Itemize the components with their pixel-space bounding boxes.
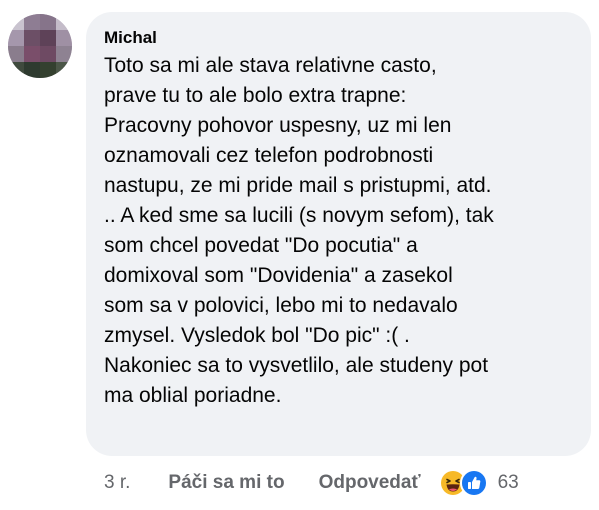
comment-text-line: nastupu, ze mi pride mail s pristupmi, a… (104, 174, 492, 197)
comment-text-line: domixoval som "Dovidenia" a zasekol (104, 264, 453, 287)
avatar-pixelated-image (8, 14, 72, 78)
comment-bubble: Michal Toto sa mi ale stava relativne ca… (86, 12, 591, 456)
like-button[interactable]: Páči sa mi to (168, 472, 284, 494)
comment-text-line: Nakoniec sa to vysvetlilo, ale studeny p… (104, 354, 489, 377)
avatar[interactable] (8, 14, 72, 78)
comment-text: Toto sa mi ale stava relativne casto, pr… (104, 51, 573, 411)
comment-text-line: som sa v polovici, lebo mi to nedavalo (104, 294, 458, 317)
comment-text-line: .. A ked sme sa lucili (s novym sefom), … (104, 204, 494, 227)
comment-text-line: Pracovny pohovor uspesny, uz mi len (104, 114, 452, 137)
like-icon (459, 469, 488, 497)
comment-text-line: oznamovali cez telefon podrobnosti (104, 144, 434, 167)
comment-text-line: prave tu to ale bolo extra trapne: (104, 84, 407, 107)
reply-button[interactable]: Odpovedať (319, 472, 421, 494)
comment-text-line: ma oblial poriadne. (104, 384, 282, 407)
comment-text-line: som chcel povedat "Do pocutia" a (104, 234, 418, 257)
comment-text-line: zmysel. Vysledok bol "Do pic" :( . (104, 324, 410, 347)
reactions-summary[interactable]: 63 (438, 469, 519, 497)
reaction-count: 63 (497, 472, 519, 493)
comment-author[interactable]: Michal (104, 28, 573, 48)
comment-text-line: Toto sa mi ale stava relativne casto, (104, 54, 437, 77)
comment-actions: 3 r. Páči sa mi to Odpovedať 63 (104, 466, 519, 500)
comment-timestamp[interactable]: 3 r. (104, 472, 130, 494)
comment: Michal Toto sa mi ale stava relativne ca… (0, 0, 599, 510)
